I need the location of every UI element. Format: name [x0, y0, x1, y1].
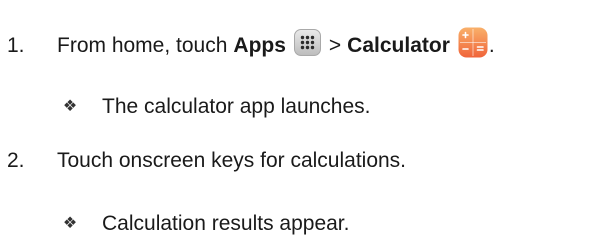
- step-1: 1. From home, touch Apps > Calculator .: [7, 27, 495, 61]
- step-number: 2.: [7, 149, 25, 172]
- step-text: From home, touch: [57, 33, 228, 57]
- apps-label: Apps: [233, 33, 286, 57]
- calculator-app-icon: [458, 27, 488, 58]
- step-number: 1.: [7, 33, 25, 57]
- apps-grid-icon: [293, 29, 321, 56]
- diamond-bullet-icon: ❖: [62, 215, 78, 232]
- step-2: 2. Touch onscreen keys for calculations.: [7, 147, 406, 175]
- diamond-bullet-icon: ❖: [62, 98, 78, 115]
- calculator-label: Calculator: [347, 33, 450, 57]
- step-text-end: .: [488, 33, 495, 57]
- result-text: The calculator app launches.: [102, 95, 371, 118]
- instructions-document: 1. From home, touch Apps > Calculator . …: [0, 0, 616, 244]
- step-2-result: ❖ Calculation results appear.: [60, 210, 350, 238]
- result-text: Calculation results appear.: [102, 212, 350, 235]
- step-1-result: ❖ The calculator app launches.: [60, 93, 371, 121]
- step-text: Touch onscreen keys for calculations.: [57, 149, 407, 172]
- separator: >: [328, 33, 342, 57]
